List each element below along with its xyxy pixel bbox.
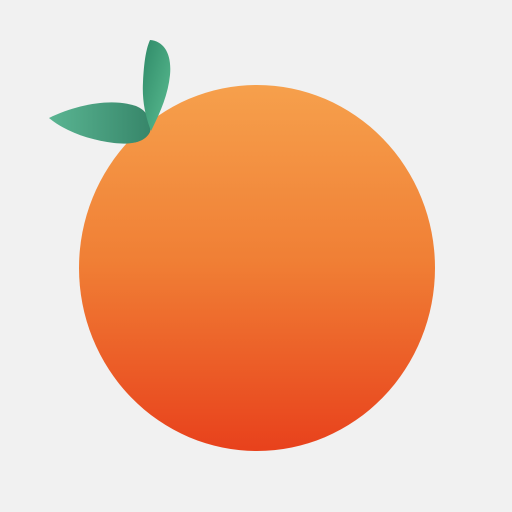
illustration-canvas bbox=[0, 0, 512, 512]
orange-illustration bbox=[0, 0, 512, 512]
